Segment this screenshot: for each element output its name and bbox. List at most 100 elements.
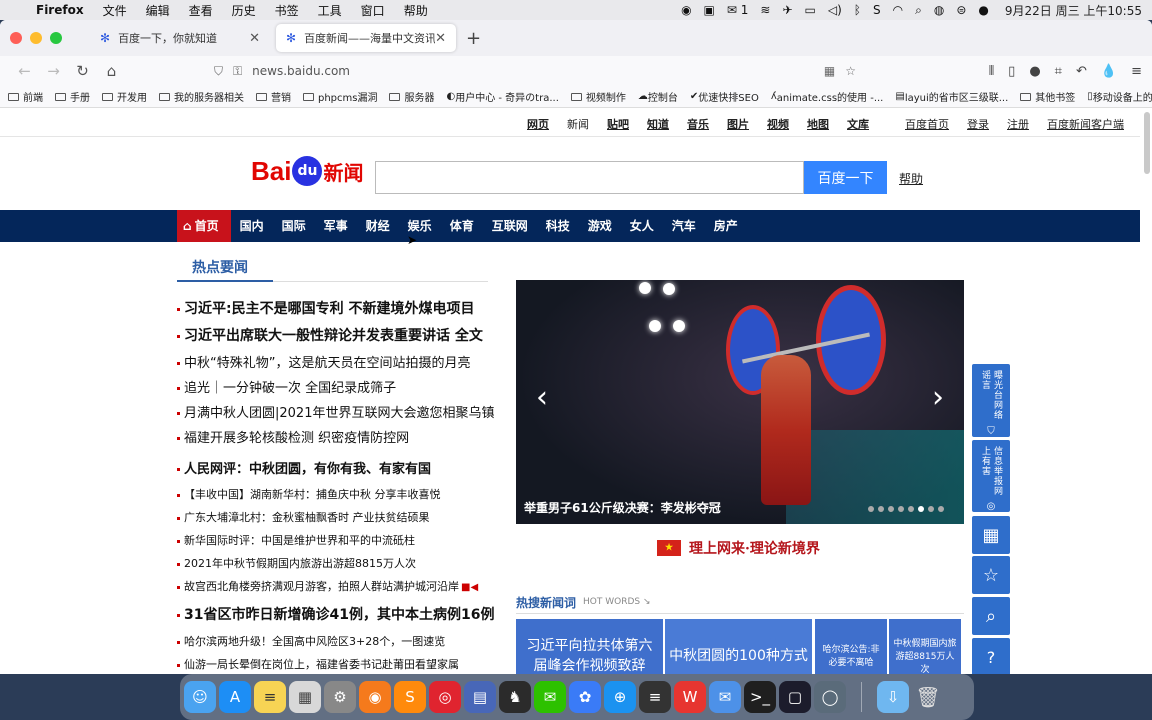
search-button[interactable]: 百度一下 xyxy=(804,161,887,194)
app-store-icon[interactable]: A xyxy=(219,681,251,713)
news-link[interactable]: 仙游一局长晕倒在岗位上，福建省委书记赴莆田看望家属 xyxy=(177,656,459,672)
news-link[interactable]: 广东大埔漳北村：金秋蜜柚飘香时 产业扶贫结硕果 xyxy=(177,509,430,525)
tab-baidu-news[interactable]: ✻ 百度新闻——海量中文资讯平台 ✕ xyxy=(276,24,456,52)
close-window-button[interactable] xyxy=(10,32,22,44)
other-bookmarks[interactable]: 其他书签 xyxy=(1020,89,1075,104)
control-center-icon[interactable]: ⊜ xyxy=(956,3,966,17)
sublime-text-icon[interactable]: S xyxy=(394,681,426,713)
bookmark-folder[interactable]: 我的服务器相关 xyxy=(159,89,244,104)
news-link[interactable]: 习近平:民主不是哪国专利 不新建境外煤电项目 xyxy=(177,298,474,318)
tab-baidu-search[interactable]: ✻ 百度一下，你就知道 ✕ xyxy=(90,24,270,52)
zoom-window-button[interactable] xyxy=(50,32,62,44)
channel-auto[interactable]: 汽车 xyxy=(663,210,705,242)
carousel-next-icon[interactable]: › xyxy=(932,380,944,415)
news-client-link[interactable]: 百度新闻客户端 xyxy=(1047,116,1124,132)
downloads-icon[interactable]: ⇩ xyxy=(877,681,909,713)
favorite-button[interactable]: ☆ xyxy=(972,556,1010,594)
archive-icon[interactable]: ▤ xyxy=(464,681,496,713)
safari-icon[interactable]: ⊕ xyxy=(604,681,636,713)
news-link[interactable]: 月满中秋人团圆|2021年世界互联网大会邀您相聚乌镇 xyxy=(177,402,494,421)
close-tab-icon[interactable]: ✕ xyxy=(435,31,446,46)
toplink-tieba[interactable]: 贴吧 xyxy=(607,116,629,132)
undo-icon[interactable]: ↶ xyxy=(1076,64,1087,79)
bookmark-folder[interactable]: 服务器 xyxy=(389,89,434,104)
bookmark-folder[interactable]: 营销 xyxy=(256,89,291,104)
menu-file[interactable]: 文件 xyxy=(103,2,127,19)
carousel-dot[interactable] xyxy=(938,506,944,512)
volume-icon[interactable]: ◁) xyxy=(828,3,842,17)
bluetooth-icon[interactable]: ᛒ xyxy=(854,3,861,17)
library-icon[interactable]: ⫴ xyxy=(989,64,994,79)
clock[interactable]: 9月22日 周三 上午10:55 xyxy=(1005,2,1142,19)
news-link[interactable]: 哈尔滨两地升级！全国高中风险区3+28个，一图速览 xyxy=(177,633,445,649)
channel-military[interactable]: 军事 xyxy=(315,210,357,242)
bookmark-link[interactable]: ✔ 优速快排SEO xyxy=(690,89,759,104)
channel-finance[interactable]: 财经 xyxy=(357,210,399,242)
sync-icon[interactable]: ≋ xyxy=(760,3,770,17)
mobile-bookmarks[interactable]: ▯ 移动设备上的书签 xyxy=(1087,89,1152,104)
login-link[interactable]: 登录 xyxy=(967,116,989,132)
shield-icon[interactable]: ⛉ xyxy=(214,64,223,79)
qr-code-button[interactable]: ▦ xyxy=(972,516,1010,554)
url-text[interactable]: news.baidu.com xyxy=(252,64,824,78)
siri-icon[interactable]: ● xyxy=(978,3,988,17)
hot-word-tile[interactable]: 中秋假期国内旅游超8815万人次 xyxy=(889,619,961,674)
close-tab-icon[interactable]: ✕ xyxy=(249,31,260,46)
bookmark-folder[interactable]: 手册 xyxy=(55,89,90,104)
carousel-dot[interactable] xyxy=(888,506,894,512)
notes-icon[interactable]: ≡ xyxy=(254,681,286,713)
carousel-prev-icon[interactable]: ‹ xyxy=(536,380,548,415)
record-icon[interactable]: ◉ xyxy=(681,3,691,17)
bookmark-link[interactable]: ʎ animate.css的使用 -... xyxy=(771,89,884,104)
bookmark-folder[interactable]: 前端 xyxy=(8,89,43,104)
qr-code-icon[interactable]: ▦ xyxy=(824,64,835,78)
bookmark-folder[interactable]: phpcms漏洞 xyxy=(303,89,377,104)
bookmark-link[interactable]: ☁ 控制台 xyxy=(638,89,678,104)
search-tray-icon[interactable]: ⌕ xyxy=(915,3,922,18)
menu-help[interactable]: 帮助 xyxy=(404,2,428,19)
baidu-news-logo[interactable]: Bai du 新闻 xyxy=(251,153,363,189)
input-method-icon[interactable]: S xyxy=(873,3,881,17)
back-icon[interactable]: ← xyxy=(10,62,39,80)
forward-icon[interactable]: → xyxy=(39,62,68,80)
drop-icon[interactable]: 💧 xyxy=(1101,64,1117,79)
netease-music-icon[interactable]: ◎ xyxy=(429,681,461,713)
wechat-icon[interactable]: ✉ xyxy=(534,681,566,713)
bookmark-link[interactable]: ▤ layui的省市区三级联... xyxy=(895,89,1008,104)
channel-sports[interactable]: 体育 xyxy=(441,210,483,242)
channel-home[interactable]: ⌂ 首页 xyxy=(177,210,231,242)
minimize-window-button[interactable] xyxy=(30,32,42,44)
carousel-dot-active[interactable] xyxy=(918,506,924,512)
home-icon[interactable]: ⌂ xyxy=(97,62,126,80)
search-input[interactable] xyxy=(375,161,804,194)
firefox-icon[interactable]: ◉ xyxy=(359,681,391,713)
channel-games[interactable]: 游戏 xyxy=(579,210,621,242)
carousel-dot[interactable] xyxy=(898,506,904,512)
news-link[interactable]: 2021年中秋节假期国内旅游出游超8815万人次 xyxy=(177,555,416,571)
toplink-wenku[interactable]: 文库 xyxy=(847,116,869,132)
battery-icon[interactable]: ▭ xyxy=(805,3,816,17)
wps-icon[interactable]: W xyxy=(674,681,706,713)
channel-tech[interactable]: 科技 xyxy=(537,210,579,242)
monitor-icon[interactable]: ▢ xyxy=(779,681,811,713)
url-bar[interactable]: ⛉ ⚿ news.baidu.com ▦ ☆ xyxy=(206,59,874,83)
news-link[interactable]: 人民网评：中秋团圆，有你有我、有家有国 xyxy=(177,458,431,477)
send-icon[interactable]: ✈ xyxy=(782,3,792,17)
wechat-tray-icon[interactable]: ✉ 1 xyxy=(727,3,749,17)
bookmark-star-icon[interactable]: ☆ xyxy=(845,64,856,78)
chatting-icon[interactable]: ≡ xyxy=(639,681,671,713)
toplink-zhidao[interactable]: 知道 xyxy=(647,116,669,132)
new-tab-icon[interactable]: + xyxy=(466,28,481,49)
news-link[interactable]: 故宫西北角楼旁挤满观月游客，拍照人群站满护城河沿岸 ■◀ xyxy=(177,578,478,594)
menu-tools[interactable]: 工具 xyxy=(318,2,342,19)
channel-internet[interactable]: 互联网 xyxy=(483,210,537,242)
toplink-video[interactable]: 视频 xyxy=(767,116,789,132)
carousel-dot[interactable] xyxy=(908,506,914,512)
news-link[interactable]: 31省区市昨日新增确诊41例，其中本土病例16例 xyxy=(177,604,494,624)
insecure-lock-icon[interactable]: ⚿ xyxy=(233,64,242,79)
rumor-report-button[interactable]: 曝光台网络谣言 ⛉ xyxy=(972,364,1010,437)
toplink-images[interactable]: 图片 xyxy=(727,116,749,132)
menu-edit[interactable]: 编辑 xyxy=(146,2,170,19)
news-link[interactable]: 【丰收中国】湖南新华村：捕鱼庆中秋 分享丰收喜悦 xyxy=(177,486,441,502)
menu-window[interactable]: 窗口 xyxy=(361,2,385,19)
